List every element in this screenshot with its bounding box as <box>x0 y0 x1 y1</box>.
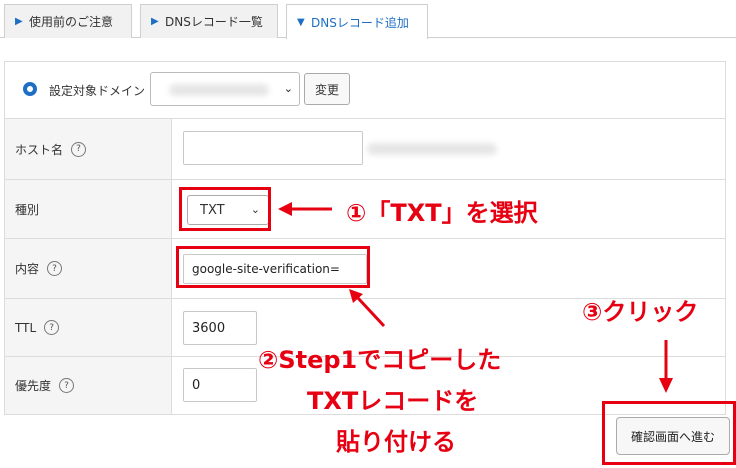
ttl-input[interactable]: 3600 <box>183 311 257 345</box>
host-input[interactable] <box>183 131 363 165</box>
highlight-type-select <box>179 187 271 231</box>
annotation-step2-line3: 貼り付ける <box>336 428 456 456</box>
content-label-cell: 内容 ? <box>5 239 172 298</box>
chevron-right-icon: ▶ <box>151 16 159 27</box>
domain-row: 設定対象ドメイン ⌄ 変更 <box>5 62 725 119</box>
highlight-content-input <box>176 246 370 288</box>
blurred-domain <box>169 84 269 96</box>
tab-bar: ▶ 使用前のご注意 ▶ DNSレコード一覧 ▼ DNSレコード追加 <box>0 0 736 39</box>
content-label: 内容 <box>15 262 40 276</box>
tab-dns-record-add[interactable]: ▼ DNSレコード追加 <box>286 4 428 39</box>
priority-label-cell: 優先度 ? <box>5 357 172 414</box>
tab-label: DNSレコード一覧 <box>165 15 263 29</box>
annotation-step1: ①「TXT」を選択 <box>346 199 538 227</box>
host-row: ホスト名 ? <box>5 119 725 180</box>
highlight-confirm-button <box>602 401 736 465</box>
chevron-down-icon: ▼ <box>297 16 305 28</box>
annotation-step3: ③クリック <box>582 298 699 326</box>
type-label: 種別 <box>15 202 40 217</box>
blurred-domain-suffix <box>367 143 497 155</box>
change-domain-button[interactable]: 変更 <box>304 73 350 105</box>
host-label: ホスト名 <box>15 142 64 157</box>
ttl-label-cell: TTL ? <box>5 299 172 356</box>
tab-label: 使用前のご注意 <box>29 15 114 29</box>
host-label-cell: ホスト名 ? <box>5 119 172 179</box>
annotation-step2-line1: ②Step1でコピーした <box>258 346 502 374</box>
priority-label: 優先度 <box>15 379 52 393</box>
annotation-step2-line2: TXTレコードを <box>307 387 479 415</box>
chevron-down-icon: ⌄ <box>283 82 293 95</box>
help-icon[interactable]: ? <box>44 320 60 335</box>
domain-radio[interactable] <box>23 82 37 96</box>
priority-input[interactable]: 0 <box>183 368 257 402</box>
help-icon[interactable]: ? <box>47 261 63 276</box>
help-icon[interactable]: ? <box>71 141 87 157</box>
chevron-right-icon: ▶ <box>15 16 23 27</box>
domain-select[interactable]: ⌄ <box>150 72 300 106</box>
domain-label: 設定対象ドメイン <box>49 84 146 98</box>
tab-label: DNSレコード追加 <box>311 15 409 30</box>
help-icon[interactable]: ? <box>59 378 75 393</box>
type-label-cell: 種別 <box>5 180 172 238</box>
tab-dns-record-list[interactable]: ▶ DNSレコード一覧 <box>140 4 278 38</box>
ttl-label: TTL <box>15 320 37 335</box>
tab-notes[interactable]: ▶ 使用前のご注意 <box>4 4 132 38</box>
